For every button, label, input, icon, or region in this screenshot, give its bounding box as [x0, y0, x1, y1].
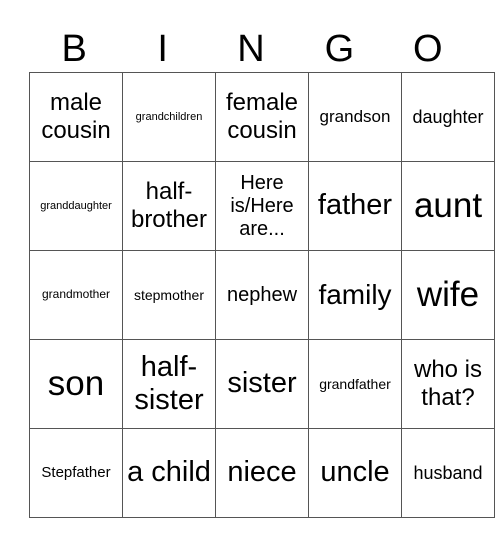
bingo-grid: male cousin grandchildren female cousin gra…: [29, 72, 495, 518]
header-letter-n: N: [237, 28, 265, 70]
bingo-cell[interactable]: a child: [122, 428, 216, 518]
bingo-cell[interactable]: Stepfather: [29, 428, 123, 518]
bingo-cell[interactable]: female cousin: [215, 72, 309, 162]
header-letter-b: B: [61, 28, 87, 70]
bingo-row: grandmother stepmother nephew family wife: [29, 250, 495, 340]
bingo-cell[interactable]: Here is/Here are...: [215, 161, 309, 251]
header-letter-g: G: [324, 28, 355, 70]
bingo-cell[interactable]: grandmother: [29, 250, 123, 340]
bingo-row: granddaughter half-brother Here is/Here ar…: [29, 161, 495, 251]
bingo-cell[interactable]: son: [29, 339, 123, 429]
bingo-cell[interactable]: grandchildren: [122, 72, 216, 162]
bingo-cell[interactable]: daughter: [401, 72, 495, 162]
bingo-cell[interactable]: husband: [401, 428, 495, 518]
bingo-cell[interactable]: granddaughter: [29, 161, 123, 251]
bingo-cell[interactable]: aunt: [401, 161, 495, 251]
bingo-cell[interactable]: grandfather: [308, 339, 402, 429]
bingo-row: Stepfather a child niece uncle husband: [29, 428, 495, 518]
bingo-cell[interactable]: niece: [215, 428, 309, 518]
bingo-cell[interactable]: nephew: [215, 250, 309, 340]
bingo-cell[interactable]: half-sister: [122, 339, 216, 429]
bingo-cell[interactable]: half-brother: [122, 161, 216, 251]
bingo-cell[interactable]: who is that?: [401, 339, 495, 429]
bingo-cell[interactable]: sister: [215, 339, 309, 429]
bingo-cell[interactable]: father: [308, 161, 402, 251]
bingo-header: B I N G O: [30, 26, 472, 72]
bingo-cell[interactable]: male cousin: [29, 72, 123, 162]
bingo-cell[interactable]: uncle: [308, 428, 402, 518]
bingo-cell[interactable]: grandson: [308, 72, 402, 162]
bingo-row: son half-sister sister grandfather who is th…: [29, 339, 495, 429]
bingo-cell[interactable]: stepmother: [122, 250, 216, 340]
bingo-row: male cousin grandchildren female cousin gra…: [29, 72, 495, 162]
bingo-cell[interactable]: family: [308, 250, 402, 340]
bingo-cell[interactable]: wife: [401, 250, 495, 340]
header-letter-i: I: [157, 28, 168, 70]
header-letter-o: O: [413, 28, 443, 70]
